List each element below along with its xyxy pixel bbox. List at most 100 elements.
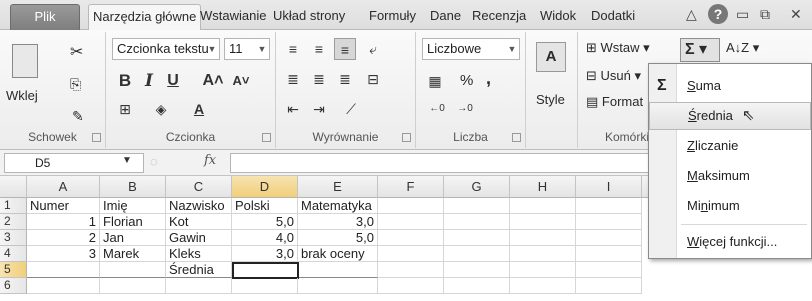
font-launcher-icon[interactable] [262, 133, 271, 142]
cell-h4[interactable] [510, 246, 576, 262]
cell-e5[interactable] [299, 262, 378, 278]
align-left-icon[interactable]: ≣ [282, 68, 304, 90]
cell-a4[interactable]: 3 [27, 246, 100, 262]
cell-d2[interactable]: 5,0 [232, 214, 298, 230]
merge-center-icon[interactable]: ⊟ [362, 68, 384, 90]
cell-f3[interactable] [378, 230, 444, 246]
cell-e3[interactable]: 5,0 [298, 230, 378, 246]
cell-f4[interactable] [378, 246, 444, 262]
number-launcher-icon[interactable] [512, 133, 521, 142]
insert-cells-button[interactable]: ⊞ Wstaw ▾ [586, 40, 650, 56]
menu-item-more-functions[interactable]: Więcej funkcji... [649, 228, 811, 256]
restore-icon[interactable]: ⧉ [760, 6, 770, 23]
help-icon[interactable]: ? [708, 4, 728, 24]
tab-insert[interactable]: Wstawianie [200, 4, 266, 30]
column-header-i[interactable]: I [576, 176, 642, 198]
column-header-b[interactable]: B [100, 176, 166, 198]
styles-button[interactable]: Style [536, 92, 565, 107]
cell-a6[interactable] [27, 278, 100, 294]
font-size-select[interactable]: 11 ▼ [224, 38, 270, 60]
cell-a1[interactable]: Numer [27, 198, 100, 214]
menu-item-average[interactable]: Średnia ⇖ [649, 102, 811, 130]
alignment-launcher-icon[interactable] [402, 133, 411, 142]
minimize-icon[interactable]: ▭ [736, 6, 749, 23]
menu-item-count[interactable]: Zliczanie [649, 132, 811, 160]
cell-a2[interactable]: 1 [27, 214, 100, 230]
tab-formulas[interactable]: Formuły [369, 4, 416, 30]
increase-decimal-icon[interactable]: ←0 [426, 98, 448, 120]
cell-g5[interactable] [444, 262, 510, 278]
cell-d4[interactable]: 3,0 [232, 246, 298, 262]
cell-e1[interactable]: Matematyka [298, 198, 378, 214]
wrap-text-icon[interactable]: ⤶ [362, 38, 384, 60]
cell-f2[interactable] [378, 214, 444, 230]
percent-button[interactable]: % [460, 72, 473, 89]
close-icon[interactable]: ✕ [790, 6, 802, 23]
sort-filter-icon[interactable]: A↓Z ▾ [726, 40, 759, 56]
cell-e2[interactable]: 3,0 [298, 214, 378, 230]
italic-button[interactable]: I [138, 70, 160, 92]
tab-view[interactable]: Widok [540, 4, 576, 30]
cell-c4[interactable]: Kleks [166, 246, 232, 262]
cell-g3[interactable] [444, 230, 510, 246]
font-color-icon[interactable]: A [188, 98, 210, 120]
borders-icon[interactable]: ⊞ [114, 98, 136, 120]
row-header-5[interactable]: 5 [0, 262, 27, 278]
column-header-e[interactable]: E [298, 176, 378, 198]
cell-b5[interactable] [100, 262, 166, 278]
cell-b6[interactable] [100, 278, 166, 294]
cell-i6[interactable] [576, 278, 642, 294]
column-header-c[interactable]: C [166, 176, 232, 198]
paste-button[interactable]: Wklej [6, 88, 38, 103]
grow-font-icon[interactable]: A˄ [202, 70, 224, 92]
cell-g4[interactable] [444, 246, 510, 262]
cell-b3[interactable]: Jan [100, 230, 166, 246]
cell-h5[interactable] [510, 262, 576, 278]
cell-i3[interactable] [576, 230, 642, 246]
tab-review[interactable]: Recenzja [472, 4, 526, 30]
styles-icon[interactable]: A [536, 42, 566, 72]
decrease-decimal-icon[interactable]: →0 [454, 98, 476, 120]
delete-cells-button[interactable]: ⊟ Usuń ▾ [586, 68, 641, 84]
row-header-1[interactable]: 1 [0, 198, 27, 214]
cell-e6[interactable] [298, 278, 378, 294]
menu-item-min[interactable]: Minimum [649, 192, 811, 220]
column-header-f[interactable]: F [378, 176, 444, 198]
row-header-2[interactable]: 2 [0, 214, 27, 230]
format-painter-icon[interactable]: ✎ [72, 108, 84, 125]
fill-color-icon[interactable]: ◈ [150, 98, 172, 120]
cell-h1[interactable] [510, 198, 576, 214]
cell-c6[interactable] [166, 278, 232, 294]
cell-h6[interactable] [510, 278, 576, 294]
cell-c1[interactable]: Nazwisko [166, 198, 232, 214]
cell-d5[interactable] [232, 262, 299, 279]
cell-d6[interactable] [232, 278, 298, 294]
cell-e4[interactable]: brak oceny [298, 246, 378, 262]
cell-g2[interactable] [444, 214, 510, 230]
cell-f1[interactable] [378, 198, 444, 214]
row-header-4[interactable]: 4 [0, 246, 27, 262]
insert-function-icon[interactable]: fx [204, 153, 216, 168]
cell-b4[interactable]: Marek [100, 246, 166, 262]
underline-button[interactable]: U [162, 70, 184, 92]
shrink-font-icon[interactable]: A˅ [230, 70, 252, 92]
column-header-g[interactable]: G [444, 176, 510, 198]
decrease-indent-icon[interactable]: ⇤ [282, 98, 304, 120]
select-all-corner[interactable] [0, 176, 27, 198]
align-bottom-icon[interactable]: ≡ [334, 38, 356, 60]
cell-g6[interactable] [444, 278, 510, 294]
align-right-icon[interactable]: ≣ [334, 68, 356, 90]
cell-b1[interactable]: Imię [100, 198, 166, 214]
bold-button[interactable]: B [114, 70, 136, 92]
comma-button[interactable]: , [486, 68, 491, 89]
cut-icon[interactable]: ✂ [70, 42, 83, 62]
cell-a3[interactable]: 2 [27, 230, 100, 246]
cell-f5[interactable] [378, 262, 444, 278]
cell-h3[interactable] [510, 230, 576, 246]
cell-d3[interactable]: 4,0 [232, 230, 298, 246]
cell-i2[interactable] [576, 214, 642, 230]
tab-home[interactable]: Narzędzia główne [88, 4, 202, 31]
name-box-dropdown-icon[interactable]: ▼ [122, 155, 132, 166]
tab-addins[interactable]: Dodatki [591, 4, 635, 30]
row-header-6[interactable]: 6 [0, 278, 27, 294]
